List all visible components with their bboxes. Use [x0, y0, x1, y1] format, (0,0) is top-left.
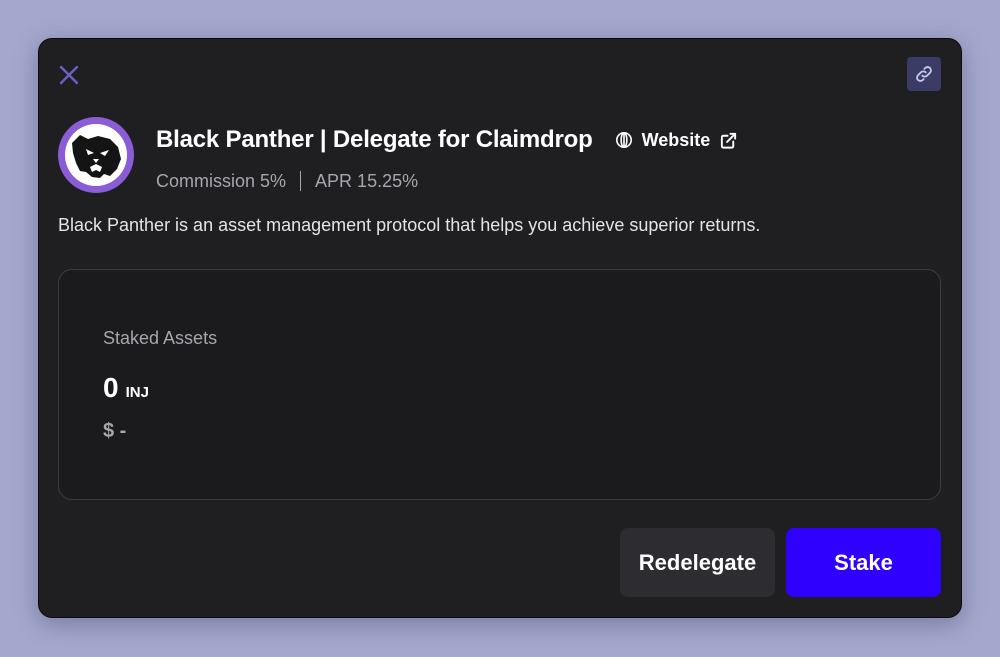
stake-button[interactable]: Stake — [786, 528, 941, 597]
validator-name: Black Panther | Delegate for Claimdrop — [156, 126, 593, 153]
redelegate-button[interactable]: Redelegate — [620, 528, 775, 597]
commission-text: Commission 5% — [156, 170, 287, 191]
staked-assets-card: Staked Assets 0 INJ $ - — [58, 269, 941, 500]
panther-logo-icon — [64, 123, 128, 187]
globe-icon — [615, 131, 633, 149]
staked-amount: 0 INJ — [103, 372, 149, 404]
validator-meta: Commission 5% APR 15.25% — [156, 169, 418, 193]
validator-description: Black Panther is an asset management pro… — [58, 215, 761, 235]
website-link[interactable]: Website — [615, 130, 739, 151]
staked-assets-label: Staked Assets — [103, 328, 218, 348]
meta-divider — [300, 171, 302, 191]
staked-token-symbol: INJ — [125, 384, 149, 401]
copy-link-button[interactable] — [907, 57, 941, 91]
website-label: Website — [641, 129, 711, 150]
external-link-icon — [719, 131, 738, 150]
staked-amount-value: 0 — [103, 372, 119, 403]
apr-text: APR 15.25% — [315, 170, 419, 191]
validator-header: Black Panther | Delegate for Claimdrop W… — [156, 124, 738, 156]
close-icon[interactable] — [56, 62, 82, 88]
link-icon — [914, 64, 934, 84]
validator-avatar — [58, 117, 134, 193]
staked-usd-value: $ - — [103, 420, 127, 442]
